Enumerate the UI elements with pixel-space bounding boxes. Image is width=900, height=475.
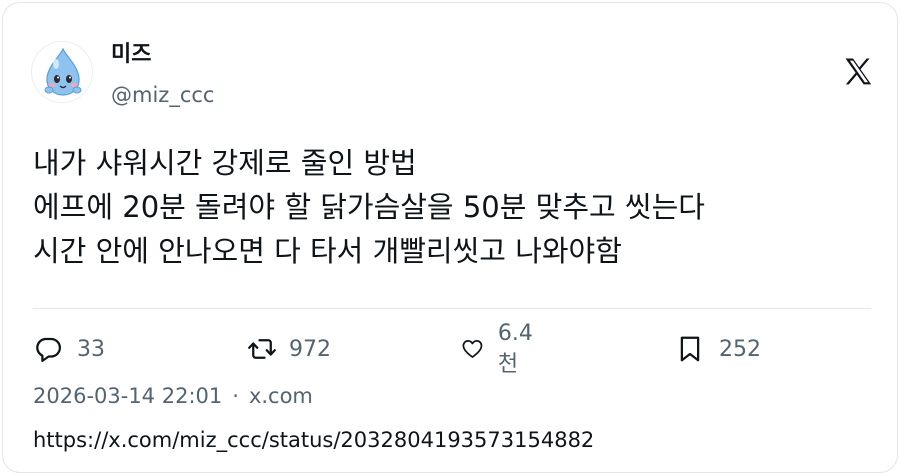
bookmark-icon	[680, 336, 700, 362]
reply-button[interactable]: 33	[33, 329, 105, 369]
tweet-url[interactable]: https://x.com/miz_ccc/status/20328041935…	[33, 425, 594, 455]
x-logo-icon[interactable]	[841, 55, 875, 89]
like-count: 6.4천	[497, 320, 533, 377]
tweet-line: 내가 샤워시간 강제로 줄인 방법	[33, 146, 417, 180]
user-handle[interactable]: @miz_ccc	[111, 81, 214, 109]
avatar[interactable]	[31, 41, 93, 103]
tweet-card: 미즈 @miz_ccc 내가 샤워시간 강제로 줄인 방법 에프에 20분 돌려…	[2, 2, 898, 473]
retweet-button[interactable]: 972	[247, 329, 331, 369]
bookmark-count: 252	[719, 336, 761, 362]
reply-count: 33	[77, 336, 105, 362]
heart-icon	[462, 340, 483, 358]
water-drop-mascot-icon	[44, 47, 82, 96]
display-name[interactable]: 미즈	[111, 41, 151, 69]
reply-icon	[36, 337, 61, 362]
like-button[interactable]: 6.4천	[461, 321, 540, 377]
timestamp[interactable]: 2026-03-14 22:01	[33, 384, 222, 408]
tweet-meta: 2026-03-14 22:01 · x.com	[33, 381, 313, 411]
tweet-line: 에프에 20분 돌려야 할 닭가슴살을 50분 맞추고 씻는다	[33, 190, 705, 224]
tweet-line: 시간 안에 안나오면 다 타서 개빨리씻고 나와야함	[33, 234, 622, 268]
source-domain[interactable]: x.com	[249, 384, 313, 408]
tweet-text: 내가 샤워시간 강제로 줄인 방법 에프에 20분 돌려야 할 닭가슴살을 50…	[33, 141, 705, 273]
retweet-icon	[248, 339, 276, 359]
retweet-count: 972	[289, 336, 331, 362]
bookmark-button[interactable]: 252	[675, 329, 761, 369]
separator-dot: ·	[232, 384, 239, 408]
divider	[33, 308, 871, 309]
